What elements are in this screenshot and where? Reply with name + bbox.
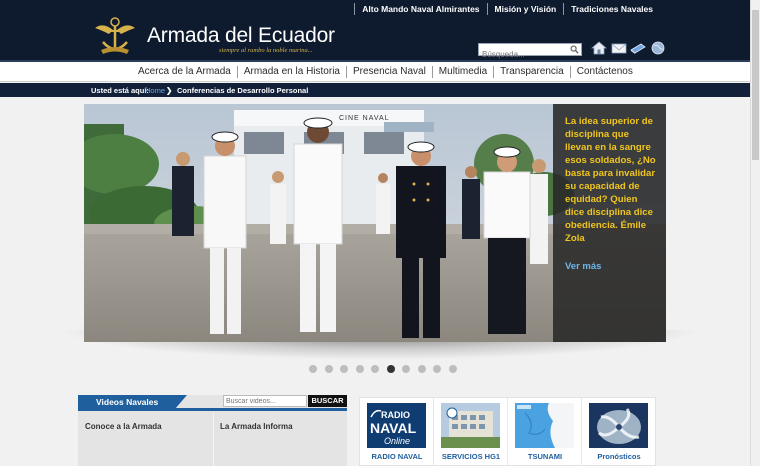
video-category-conoce[interactable]: Conoce a la Armada bbox=[85, 422, 162, 431]
slider-dot[interactable] bbox=[386, 365, 395, 373]
main-nav: Acerca de la Armada Armada en la Histori… bbox=[0, 62, 760, 82]
slider-dot[interactable] bbox=[340, 365, 348, 373]
nav-item-historia[interactable]: Armada en la Historia bbox=[236, 66, 346, 78]
slider-dot[interactable] bbox=[417, 365, 426, 373]
services-strip: RADIO NAVAL Online RADIO NAVAL SERVICIOS… bbox=[359, 397, 656, 466]
svg-text:RADIO: RADIO bbox=[381, 410, 410, 420]
hero-quote-text: La idea superior de disciplina que lleva… bbox=[565, 116, 656, 244]
hg1-building-photo bbox=[441, 403, 500, 448]
navy-emblem-logo[interactable] bbox=[93, 14, 137, 56]
nav-item-multimedia[interactable]: Multimedia bbox=[431, 66, 493, 78]
nav-item-presencia[interactable]: Presencia Naval bbox=[345, 66, 432, 78]
site-title[interactable]: Armada del Ecuador bbox=[147, 24, 335, 48]
top-link-tradiciones[interactable]: Tradiciones Navales bbox=[563, 3, 660, 15]
service-pronosticos[interactable]: Pronósticos bbox=[582, 398, 656, 466]
site-tagline: siempre al rumbo la noble marina... bbox=[219, 47, 313, 54]
breadcrumb-home-link[interactable]: Home bbox=[145, 86, 165, 95]
slider-dot[interactable] bbox=[402, 365, 410, 373]
videos-divider bbox=[213, 413, 214, 466]
breadcrumb: Usted está aquí: Home ❯ Conferencias de … bbox=[0, 83, 750, 97]
service-label-pronosticos: Pronósticos bbox=[597, 452, 641, 461]
radio-naval-logo: RADIO NAVAL Online bbox=[367, 403, 426, 448]
page-scrollbar[interactable] bbox=[750, 0, 760, 466]
hero-read-more-link[interactable]: Ver más bbox=[565, 261, 658, 272]
hero-quote-panel: La idea superior de disciplina que lleva… bbox=[553, 104, 666, 342]
nav-item-acerca[interactable]: Acerca de la Armada bbox=[132, 66, 237, 78]
top-link-mision-vision[interactable]: Misión y Visión bbox=[486, 3, 564, 15]
tsunami-map bbox=[515, 403, 574, 448]
nav-item-contactenos[interactable]: Contáctenos bbox=[569, 66, 639, 78]
breadcrumb-current: Conferencias de Desarrollo Personal bbox=[177, 86, 309, 95]
slider-dot[interactable] bbox=[448, 365, 457, 373]
slider-dots bbox=[309, 365, 464, 373]
slider-dot[interactable] bbox=[433, 365, 441, 373]
videos-tab-underline bbox=[78, 408, 347, 411]
video-category-informa[interactable]: La Armada Informa bbox=[220, 422, 293, 431]
search-icon[interactable] bbox=[570, 45, 579, 54]
hero-building-sign: CINE NAVAL bbox=[339, 115, 390, 122]
videos-panel: Videos Navales BUSCAR Conoce a la Armada… bbox=[78, 395, 347, 466]
breadcrumb-prefix: Usted está aquí: bbox=[91, 86, 149, 95]
slider-dot[interactable] bbox=[324, 365, 333, 373]
svg-text:Online: Online bbox=[384, 436, 410, 446]
scrollbar-thumb[interactable] bbox=[752, 10, 759, 160]
video-search-input[interactable] bbox=[223, 395, 307, 407]
globe-icon[interactable] bbox=[650, 41, 666, 55]
slider-dot[interactable] bbox=[355, 365, 364, 373]
book-icon[interactable] bbox=[630, 41, 646, 55]
slider-dot[interactable] bbox=[371, 365, 379, 373]
service-radio-naval[interactable]: RADIO NAVAL Online RADIO NAVAL bbox=[360, 398, 434, 466]
service-hg1[interactable]: SERVICIOS HG1 bbox=[434, 398, 508, 466]
videos-tab[interactable]: Videos Navales bbox=[78, 395, 187, 409]
top-links: Alto Mando Naval Almirantes Misión y Vis… bbox=[354, 3, 660, 15]
mail-icon[interactable] bbox=[611, 41, 627, 55]
svg-text:NAVAL: NAVAL bbox=[370, 420, 417, 436]
home-icon[interactable] bbox=[591, 41, 607, 55]
search-input[interactable] bbox=[479, 49, 567, 60]
service-label-hg1: SERVICIOS HG1 bbox=[441, 452, 501, 461]
video-search-button[interactable]: BUSCAR bbox=[308, 395, 347, 407]
slider-dot[interactable] bbox=[309, 365, 317, 373]
search-box bbox=[478, 43, 582, 60]
breadcrumb-chevron-icon: ❯ bbox=[166, 86, 173, 95]
hurricane-satellite-image bbox=[589, 403, 648, 448]
nav-item-transparencia[interactable]: Transparencia bbox=[493, 66, 570, 78]
service-tsunami[interactable]: TSUNAMI bbox=[508, 398, 582, 466]
top-link-alto-mando[interactable]: Alto Mando Naval Almirantes bbox=[354, 3, 486, 15]
service-label-radio: RADIO NAVAL bbox=[371, 452, 423, 461]
site-header: Alto Mando Naval Almirantes Misión y Vis… bbox=[0, 0, 760, 62]
service-label-tsunami: TSUNAMI bbox=[527, 452, 563, 461]
